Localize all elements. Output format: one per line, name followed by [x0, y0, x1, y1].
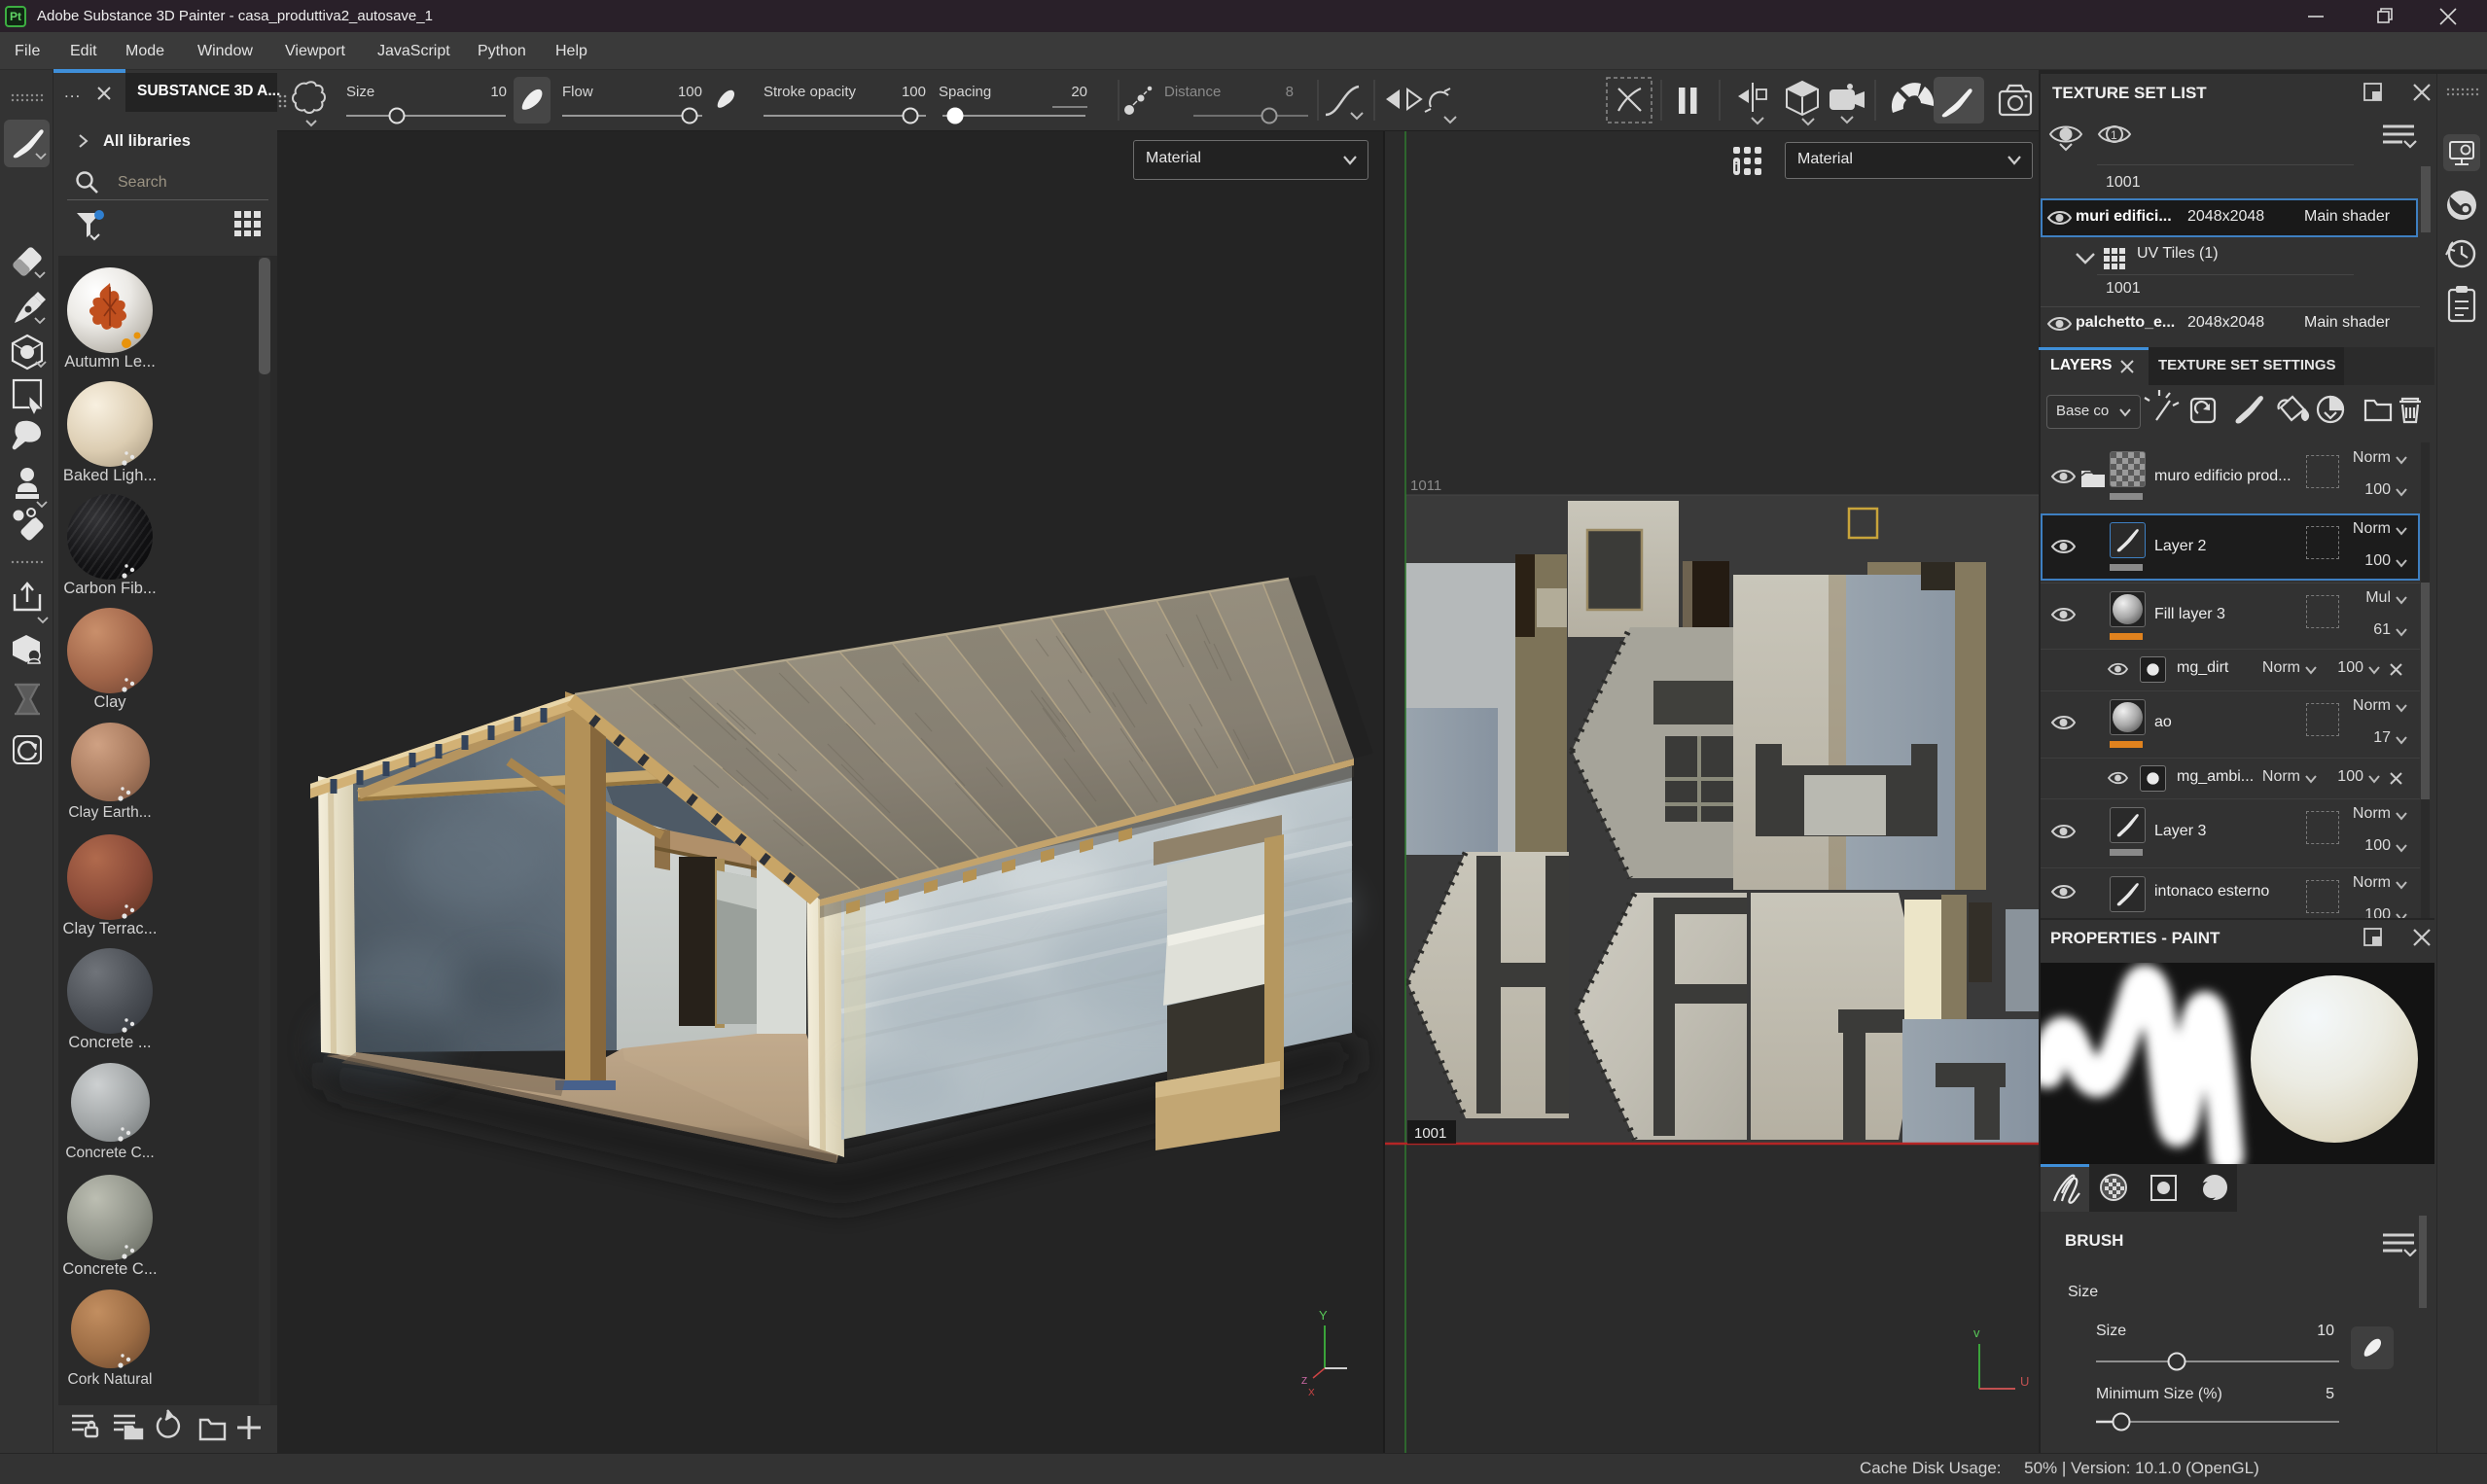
svg-text:U: U: [2020, 1374, 2029, 1389]
svg-text:1011: 1011: [1410, 477, 1441, 494]
svg-text:v: v: [1973, 1325, 1980, 1340]
svg-text:Z: Z: [1301, 1376, 1307, 1387]
svg-text:Y: Y: [1319, 1308, 1328, 1323]
svg-text:i: i: [1735, 159, 1739, 174]
svg-text:X: X: [1308, 1388, 1315, 1398]
svg-text:1: 1: [2111, 128, 2117, 142]
svg-text:1001: 1001: [1414, 1125, 1446, 1142]
